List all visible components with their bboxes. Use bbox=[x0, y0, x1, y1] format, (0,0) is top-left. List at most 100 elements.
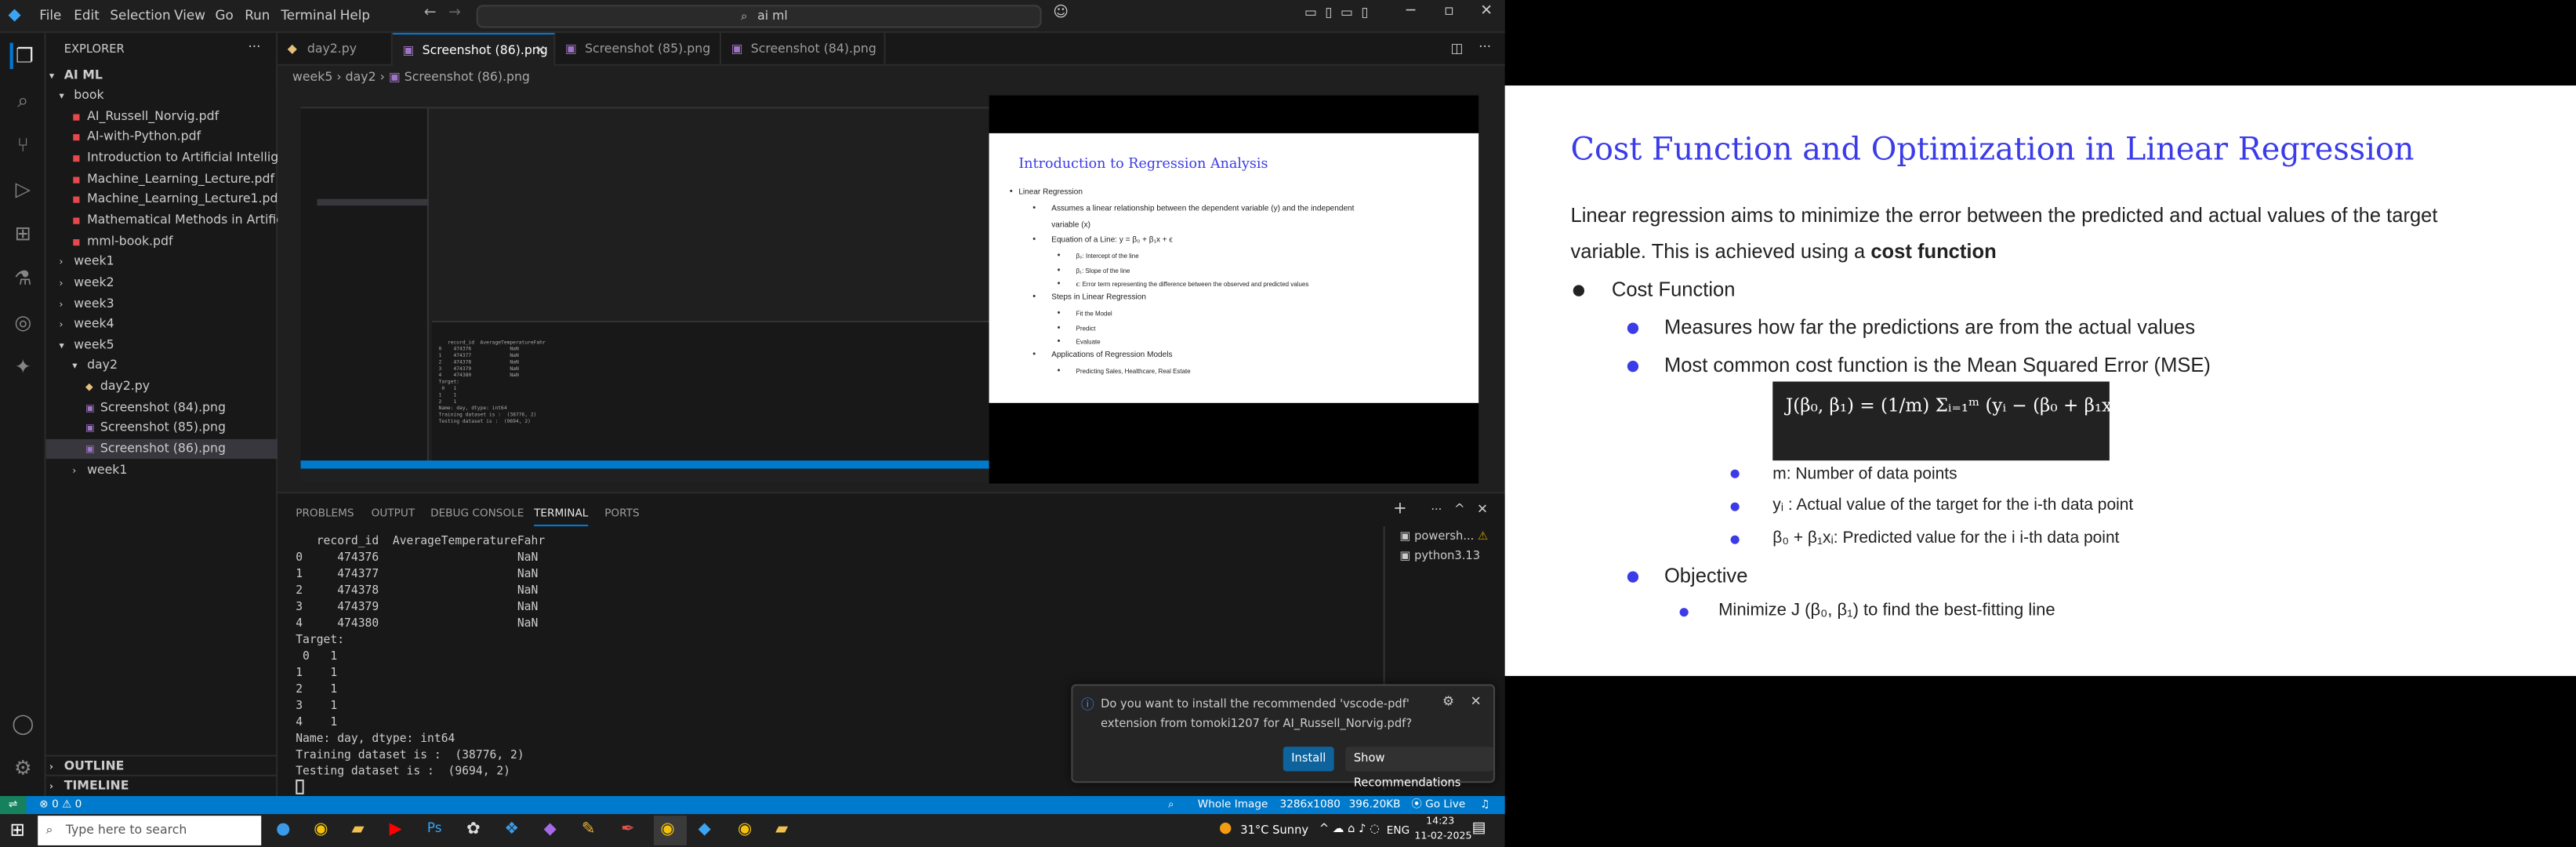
explorer-item[interactable]: › week4 bbox=[46, 314, 278, 334]
clock-time[interactable]: 14:23 bbox=[1426, 816, 1454, 827]
explorer-item[interactable]: ▾ book bbox=[46, 85, 278, 105]
file-explorer-icon[interactable]: ▰ bbox=[351, 820, 364, 838]
search-icon[interactable]: ⌕ bbox=[10, 87, 37, 114]
taskbar-search-box[interactable]: ⌕ Type here to search bbox=[38, 816, 262, 845]
explorer-item[interactable]: ◆ day2.py bbox=[46, 376, 278, 396]
show-recommendations-button[interactable]: Show Recommendations bbox=[1345, 747, 1493, 790]
more-actions-icon[interactable]: ··· bbox=[1431, 503, 1442, 517]
explorer-item[interactable]: › week3 bbox=[46, 293, 278, 313]
explorer-item[interactable]: ▣ Screenshot (86).png bbox=[45, 439, 278, 460]
maximize-icon[interactable]: ▫ bbox=[1444, 3, 1454, 20]
menu-help[interactable]: Help bbox=[340, 8, 370, 23]
tab-screenshot-85[interactable]: ▣ Screenshot (85).png bbox=[555, 32, 722, 66]
extensions-icon[interactable]: ⊞ bbox=[10, 220, 37, 247]
language-indicator[interactable]: ENG bbox=[1387, 824, 1410, 838]
settings-gear-icon[interactable]: ⚙ bbox=[10, 755, 37, 782]
remote-icon[interactable]: ⇌ bbox=[0, 795, 27, 815]
weather-text[interactable]: 31°C Sunny bbox=[1240, 824, 1308, 838]
close-tab-icon[interactable]: ✕ bbox=[535, 35, 546, 67]
explorer-item[interactable]: ◼ Mathematical Methods in Artificia... bbox=[46, 210, 306, 230]
image-zoom-status[interactable]: Whole Image bbox=[1198, 796, 1268, 814]
run-debug-icon[interactable]: ▷ bbox=[10, 176, 37, 202]
chatgpt-icon[interactable]: ✿ bbox=[466, 820, 481, 838]
tab-debug-console[interactable]: DEBUG CONSOLE bbox=[430, 507, 524, 520]
tab-terminal[interactable]: TERMINAL bbox=[534, 507, 589, 527]
command-center-search[interactable]: ⌕ ai ml bbox=[476, 5, 1042, 28]
app-icon[interactable]: ❖ bbox=[504, 820, 519, 838]
menu-selection[interactable]: Selection bbox=[110, 8, 170, 23]
explorer-icon[interactable]: ❐ bbox=[9, 42, 37, 70]
copilot-icon[interactable]: ☺ bbox=[1053, 5, 1068, 21]
explorer-item[interactable]: ◼ Machine_Learning_Lecture1.pdf bbox=[46, 190, 282, 209]
notifications-bell-icon[interactable]: ♫ bbox=[1480, 796, 1489, 814]
youtube-icon[interactable]: ▶ bbox=[390, 820, 402, 838]
explorer-item[interactable]: ◼ Machine_Learning_Lecture.pdf bbox=[46, 169, 278, 188]
system-tray-icons[interactable]: ^ ☁ ⌂ ♪ ◌ bbox=[1319, 823, 1380, 836]
app-icon[interactable]: ✒ bbox=[621, 820, 635, 838]
problems-status[interactable]: ⊗ 0 ⚠ 0 bbox=[39, 796, 82, 814]
minimize-icon[interactable]: ─ bbox=[1406, 3, 1415, 20]
explorer-item[interactable]: ▾ week5 bbox=[46, 335, 278, 354]
explorer-item[interactable]: › week1 bbox=[46, 252, 278, 271]
visual-studio-icon[interactable]: ◆ bbox=[544, 820, 557, 838]
menu-terminal[interactable]: Terminal bbox=[281, 8, 336, 23]
explorer-item[interactable]: › week1 bbox=[46, 460, 278, 480]
app-icon[interactable]: ✎ bbox=[582, 820, 596, 838]
breadcrumb-item[interactable]: day2 bbox=[346, 69, 376, 84]
file-explorer-icon[interactable]: ▰ bbox=[775, 820, 788, 838]
menu-go[interactable]: Go bbox=[216, 8, 234, 23]
menu-edit[interactable]: Edit bbox=[74, 8, 99, 23]
explorer-item[interactable]: ▣ Screenshot (85).png bbox=[46, 418, 278, 438]
account-icon[interactable]: ◯ bbox=[10, 711, 37, 737]
more-actions-icon[interactable]: ··· bbox=[1478, 39, 1491, 54]
notification-center-icon[interactable]: ▤ bbox=[1472, 820, 1486, 837]
tab-output[interactable]: OUTPUT bbox=[372, 507, 415, 520]
edge-icon[interactable]: ● bbox=[276, 820, 290, 838]
python-icon[interactable]: ✦ bbox=[10, 354, 37, 380]
more-actions-icon[interactable]: ··· bbox=[248, 39, 260, 54]
tab-screenshot-84[interactable]: ▣ Screenshot (84).png bbox=[721, 32, 886, 66]
new-terminal-icon[interactable]: + bbox=[1393, 500, 1407, 518]
tab-screenshot-86[interactable]: ▣ Screenshot (86).png ✕ bbox=[392, 32, 556, 67]
chrome-icon[interactable]: ◉ bbox=[738, 820, 752, 838]
explorer-item[interactable]: › week2 bbox=[46, 273, 278, 293]
explorer-item[interactable]: ◼ AI-with-Python.pdf bbox=[46, 127, 278, 147]
explorer-item[interactable]: ◼ mml-book.pdf bbox=[46, 231, 278, 251]
close-icon[interactable]: ✕ bbox=[1471, 694, 1482, 709]
vscode-icon[interactable]: ◆ bbox=[698, 820, 711, 838]
menu-run[interactable]: Run bbox=[245, 8, 270, 23]
tab-day2-py[interactable]: ◆ day2.py bbox=[278, 32, 393, 66]
explorer-item[interactable]: ▣ Screenshot (84).png bbox=[46, 398, 278, 417]
testing-icon[interactable]: ⚗ bbox=[10, 265, 37, 292]
terminal-instance-python[interactable]: ▣ python3.13 bbox=[1400, 549, 1481, 562]
tab-ports[interactable]: PORTS bbox=[604, 507, 639, 520]
tab-problems[interactable]: PROBLEMS bbox=[296, 507, 354, 520]
explorer-item[interactable]: ◼ Introduction to Artificial Intelligen..… bbox=[46, 148, 306, 168]
timeline-section[interactable]: › TIMELINE bbox=[45, 774, 278, 794]
copilot-chat-icon[interactable]: ◎ bbox=[10, 309, 37, 336]
explorer-item[interactable]: ▾ day2 bbox=[46, 356, 278, 376]
photoshop-icon[interactable]: Ps bbox=[427, 820, 442, 835]
clock-date[interactable]: 11-02-2025 bbox=[1414, 831, 1471, 842]
breadcrumb-item[interactable]: Screenshot (86).png bbox=[405, 69, 530, 84]
terminal-instance-powershell[interactable]: ▣ powersh... ⚠ bbox=[1400, 529, 1489, 543]
workspace-root[interactable]: ▾ AI ML bbox=[46, 66, 278, 85]
go-live-button[interactable]: ⦿ Go Live bbox=[1411, 796, 1465, 814]
split-editor-icon[interactable]: ◫ bbox=[1451, 41, 1464, 56]
chrome-icon[interactable]: ◉ bbox=[660, 820, 674, 838]
breadcrumb-item[interactable]: week5 bbox=[292, 69, 332, 84]
chrome-icon[interactable]: ◉ bbox=[314, 820, 328, 838]
close-icon[interactable]: ✕ bbox=[1480, 3, 1493, 20]
install-button[interactable]: Install bbox=[1283, 747, 1334, 772]
gear-icon[interactable]: ⚙ bbox=[1442, 694, 1454, 709]
windows-start-icon[interactable]: ⊞ bbox=[10, 819, 25, 840]
back-arrow-icon[interactable]: ← bbox=[424, 5, 437, 21]
menu-view[interactable]: View bbox=[174, 8, 205, 23]
close-panel-icon[interactable]: ✕ bbox=[1477, 502, 1488, 517]
menu-file[interactable]: File bbox=[39, 8, 61, 23]
explorer-item[interactable]: ◼ AI_Russell_Norvig.pdf bbox=[46, 107, 278, 126]
forward-arrow-icon[interactable]: → bbox=[448, 5, 461, 21]
source-control-icon[interactable]: ⑂ bbox=[10, 132, 37, 158]
outline-section[interactable]: › OUTLINE bbox=[45, 754, 278, 775]
layout-icons[interactable]: ▭▯▭▯ bbox=[1304, 5, 1377, 20]
